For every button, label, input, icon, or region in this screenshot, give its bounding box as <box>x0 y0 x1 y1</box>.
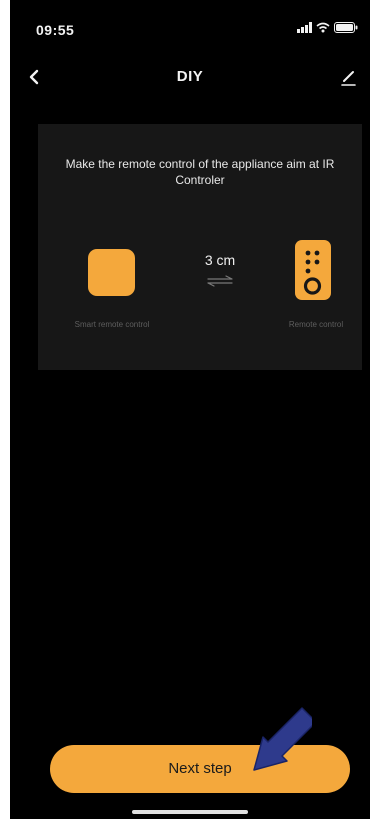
battery-icon <box>334 22 358 33</box>
remote-label: Remote control <box>288 320 344 329</box>
distance-label: 3 cm <box>204 252 236 268</box>
instruction-text: Make the remote control of the appliance… <box>65 157 335 187</box>
next-step-button[interactable]: Next step <box>50 745 350 793</box>
smart-remote-label: Smart remote control <box>74 320 150 329</box>
status-bar: 09:55 <box>10 0 370 56</box>
signal-icon <box>297 22 312 33</box>
instruction-card: Make the remote control of the appliance… <box>38 124 362 370</box>
home-indicator <box>132 810 248 814</box>
status-icons <box>297 22 358 33</box>
edit-button[interactable] <box>334 64 360 90</box>
phone-screen: 09:55 DIY Make the remote control of the… <box>10 0 370 819</box>
remote-control-icon <box>295 240 331 300</box>
wifi-icon <box>316 22 330 33</box>
smart-remote-icon <box>88 249 135 296</box>
pencil-icon <box>341 71 356 86</box>
page-title: DIY <box>176 68 204 85</box>
bidirectional-arrows-icon <box>207 275 233 287</box>
nav-bar: DIY <box>10 58 370 98</box>
status-time: 09:55 <box>36 22 75 38</box>
